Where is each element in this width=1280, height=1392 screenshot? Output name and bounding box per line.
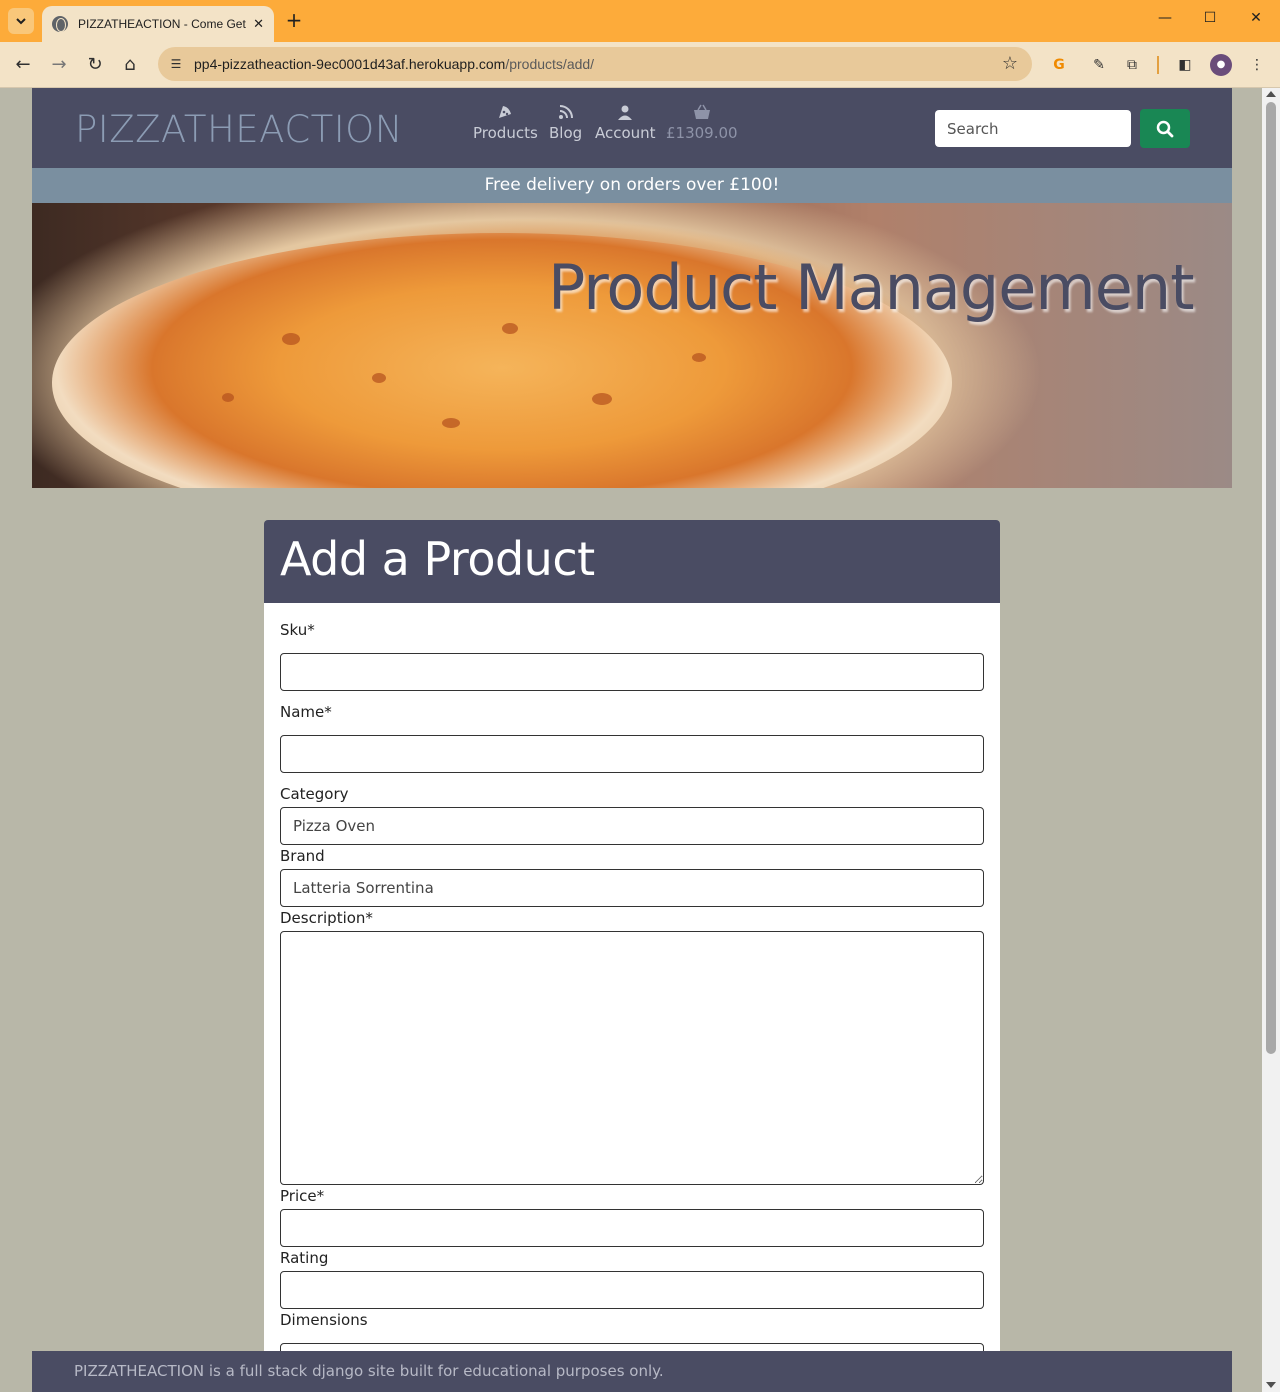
profile-avatar-icon[interactable]: ● [1210,54,1232,76]
close-window-icon[interactable]: ✕ [1246,10,1266,26]
brand-input[interactable] [280,869,984,907]
browser-tab-bar: PIZZATHEACTION - Come Get Some Pizza ✕ +… [0,0,1280,42]
browser-toolbar: ← → ↻ ⌂ ☰ pp4-pizzatheaction-9ec0001d43a… [0,42,1280,88]
pizza-slice-icon [473,104,538,124]
chevron-down-icon [16,18,26,25]
hero-image-detail [502,323,518,334]
nav-products[interactable]: Products [473,104,538,142]
globe-icon [52,16,68,32]
sku-label: Sku* [280,621,315,639]
category-label: Category [280,785,349,803]
nav-account-label: Account [595,124,656,142]
tab-close-icon[interactable]: ✕ [253,17,264,32]
hero-image-detail [372,373,386,383]
extension-g-icon[interactable]: G [1048,54,1070,76]
dimensions-label: Dimensions [280,1311,368,1329]
reload-icon[interactable]: ↻ [83,53,107,77]
search-button[interactable] [1140,109,1190,148]
extension-pen-icon[interactable]: ✎ [1088,54,1110,76]
description-textarea[interactable] [280,931,984,1185]
forward-icon[interactable]: → [47,53,71,77]
site-header: PIZZATHEACTION Products Blog Account £13… [32,88,1232,168]
hero-image-detail [592,393,612,405]
hero-banner: Product Management [32,203,1232,488]
scroll-down-icon[interactable] [1266,1382,1276,1388]
url-text: pp4-pizzatheaction-9ec0001d43af.herokuap… [194,56,595,72]
site-info-icon[interactable]: ☰ [168,56,184,72]
form-card-header: Add a Product [264,520,1000,603]
site-footer: PIZZATHEACTION is a full stack django si… [32,1351,1232,1392]
nav-blog[interactable]: Blog [549,104,582,142]
basket-total: £1309.00 [666,124,738,142]
nav-blog-label: Blog [549,124,583,142]
maximize-icon[interactable]: ☐ [1200,10,1220,26]
delivery-banner: Free delivery on orders over £100! [32,168,1232,203]
name-input[interactable] [280,735,984,773]
nav-products-label: Products [473,124,538,142]
rating-label: Rating [280,1249,329,1267]
price-label: Price* [280,1187,325,1205]
page-title: Add a Product [280,532,595,586]
nav-account[interactable]: Account [595,104,656,142]
address-bar[interactable]: ☰ pp4-pizzatheaction-9ec0001d43af.heroku… [158,47,1032,81]
rating-input[interactable] [280,1271,984,1309]
sku-input[interactable] [280,653,984,691]
brand-logo[interactable]: PIZZATHEACTION [75,108,403,151]
hero-image-detail [442,418,460,428]
hero-image-detail [222,393,234,402]
description-label: Description* [280,909,373,927]
name-label: Name* [280,703,332,721]
price-input[interactable] [280,1209,984,1247]
hero-image-detail [282,333,300,345]
browser-tab[interactable]: PIZZATHEACTION - Come Get Some Pizza ✕ [42,6,274,42]
minimize-icon[interactable]: — [1155,10,1175,26]
page-viewport: PIZZATHEACTION Products Blog Account £13… [0,88,1262,1392]
scroll-up-icon[interactable] [1266,91,1276,97]
basket-icon [666,104,738,124]
toolbar-separator [1157,56,1159,74]
back-icon[interactable]: ← [11,53,35,77]
scrollbar-thumb[interactable] [1266,102,1276,1054]
user-icon [595,104,656,124]
new-tab-button[interactable]: + [284,9,304,33]
bookmark-star-icon[interactable]: ☆ [1002,53,1018,74]
home-icon[interactable]: ⌂ [118,53,142,77]
page-scrollbar[interactable] [1262,88,1280,1392]
nav-basket[interactable]: £1309.00 [666,104,738,142]
side-panel-icon[interactable]: ◧ [1174,54,1196,76]
category-select[interactable] [280,807,984,845]
rss-icon [549,104,582,124]
hero-image-detail [692,353,706,362]
tab-search-button[interactable] [8,8,34,34]
search-icon [1156,120,1174,137]
tab-title: PIZZATHEACTION - Come Get Some Pizza [78,17,247,31]
search-input[interactable] [935,110,1131,147]
browser-menu-icon[interactable]: ⋮ [1246,54,1268,76]
brand-label: Brand [280,847,325,865]
extensions-puzzle-icon[interactable]: ⧉ [1121,54,1143,76]
hero-title: Product Management [548,251,1195,324]
